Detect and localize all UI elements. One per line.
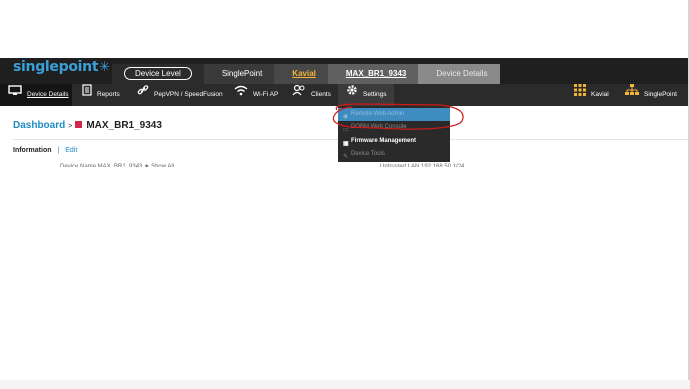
bottom-strip [0,380,690,389]
red-annotation-circle [332,103,464,130]
